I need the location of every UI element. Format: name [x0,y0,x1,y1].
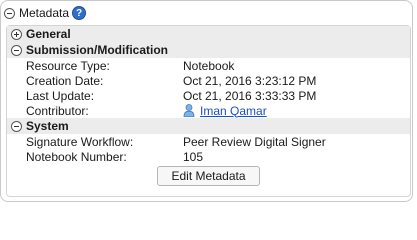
collapse-icon[interactable] [4,7,15,19]
section-label-general: General [26,27,71,41]
panel-title: Metadata [19,6,70,20]
metadata-row-signature-workflow: Signature Workflow: Peer Review Digital … [7,134,410,149]
metadata-row-last-update: Last Update: Oct 21, 2016 3:33:33 PM [7,88,410,103]
field-value: Peer Review Digital Signer [183,134,326,149]
person-icon [183,104,195,117]
field-label: Notebook Number: [26,149,127,164]
section-header-submission[interactable]: Submission/Modification [7,42,410,58]
panel-header: Metadata ? [1,1,412,25]
panel-body: General Submission/Modification Resource… [6,25,411,197]
metadata-row-resource-type: Resource Type: Notebook [7,58,410,73]
field-label: Creation Date: [26,73,104,88]
section-header-system[interactable]: System [7,118,410,134]
section-label-system: System [26,119,69,133]
field-value: Notebook [183,58,235,73]
help-icon[interactable]: ? [72,6,87,20]
metadata-panel: Metadata ? General Submission/Modificati… [0,0,413,202]
button-row: Edit Metadata [7,164,410,188]
field-label: Last Update: [26,88,95,103]
contributor-link[interactable]: Iman Qamar [200,104,267,118]
metadata-row-creation-date: Creation Date: Oct 21, 2016 3:23:12 PM [7,73,410,88]
field-label: Resource Type: [26,58,110,73]
field-label: Signature Workflow: [26,134,134,149]
field-value: Oct 21, 2016 3:23:12 PM [183,73,317,88]
collapse-icon[interactable] [11,120,22,132]
field-label: Contributor: [26,103,89,118]
edit-metadata-button[interactable]: Edit Metadata [157,166,260,186]
field-value: 105 [183,149,204,164]
metadata-row-contributor: Contributor: Iman Qamar [7,103,410,118]
contributor-value: Iman Qamar [183,104,410,118]
expand-icon[interactable] [11,28,22,40]
collapse-icon[interactable] [11,44,22,56]
section-label-submission: Submission/Modification [26,43,169,57]
section-header-general[interactable]: General [7,26,410,42]
field-value: Oct 21, 2016 3:33:33 PM [183,88,317,103]
metadata-row-notebook-number: Notebook Number: 105 [7,149,410,164]
